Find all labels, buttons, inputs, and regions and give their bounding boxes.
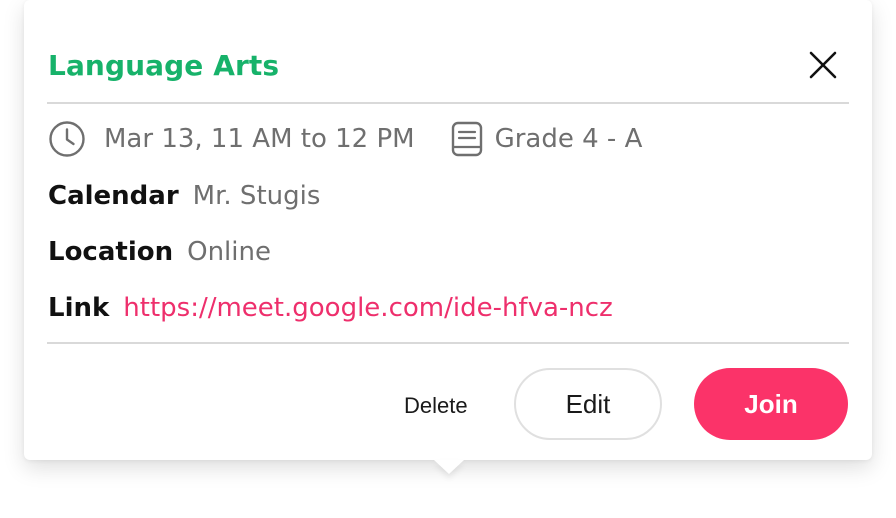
link-row: Link https://meet.google.com/ide-hfva-nc… <box>48 288 613 328</box>
join-button[interactable]: Join <box>694 368 848 440</box>
footer-divider <box>47 342 849 344</box>
event-time-row: Mar 13, 11 AM to 12 PM Grade 4 - A <box>48 119 642 159</box>
location-value: Online <box>187 237 271 267</box>
location-label: Location <box>48 237 174 267</box>
calendar-label: Calendar <box>48 181 179 211</box>
popover-pointer <box>434 460 464 474</box>
meeting-link[interactable]: https://meet.google.com/ide-hfva-ncz <box>123 293 612 323</box>
close-button[interactable] <box>800 42 846 88</box>
close-icon <box>809 51 837 79</box>
location-row: Location Online <box>48 232 271 272</box>
link-label: Link <box>48 293 110 323</box>
book-icon <box>451 120 483 158</box>
event-class: Grade 4 - A <box>494 124 643 154</box>
event-time: Mar 13, 11 AM to 12 PM <box>104 124 415 154</box>
event-title: Language Arts <box>48 49 280 82</box>
clock-icon <box>48 120 86 158</box>
calendar-value: Mr. Stugis <box>192 181 321 211</box>
delete-button[interactable]: Delete <box>404 386 468 426</box>
header-divider <box>47 102 849 104</box>
edit-button[interactable]: Edit <box>514 368 662 440</box>
calendar-row: Calendar Mr. Stugis <box>48 176 320 216</box>
